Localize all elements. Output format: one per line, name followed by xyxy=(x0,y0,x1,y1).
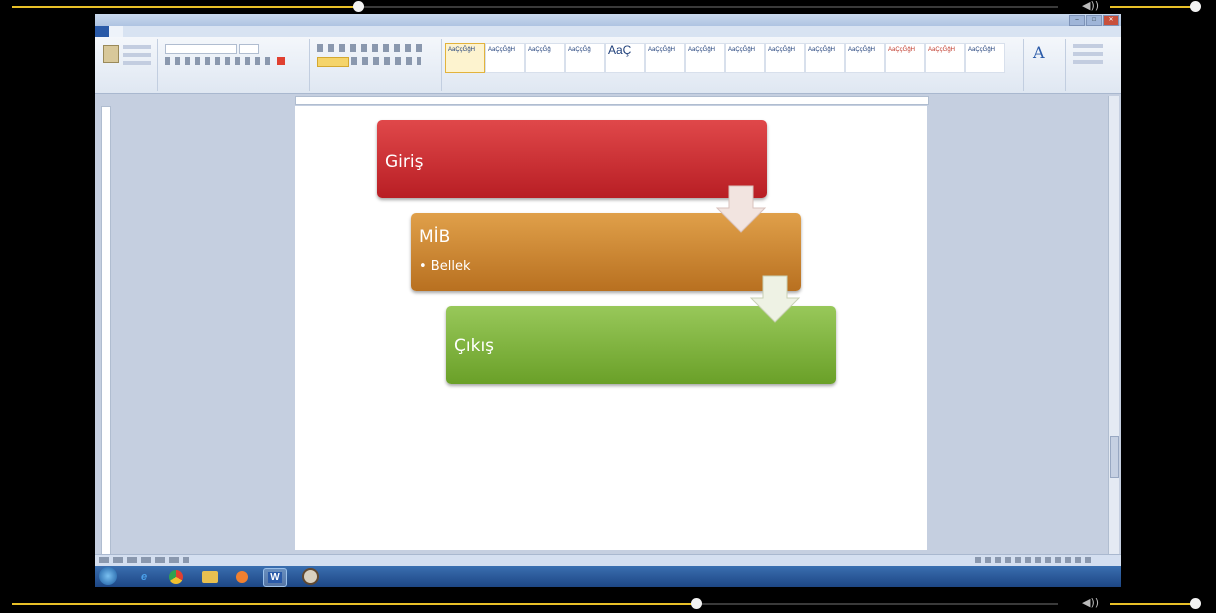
align-left-button[interactable] xyxy=(317,57,349,67)
word-window: – □ ✕ AaÇçĞğH AaÇçĞğH AaÇçĞğ AaÇçĞğ AaÇ … xyxy=(95,14,1121,587)
style-emphasis[interactable]: AaÇçĞğH xyxy=(725,43,765,73)
window-controls: – □ ✕ xyxy=(1069,15,1119,26)
list-buttons[interactable] xyxy=(317,44,427,52)
style-intense-quote[interactable]: AaÇçĞğH xyxy=(885,43,925,73)
copy-icon[interactable] xyxy=(123,53,151,57)
start-orb-icon[interactable] xyxy=(99,567,117,585)
font-color-icon[interactable] xyxy=(277,57,285,65)
style-no-spacing[interactable]: AaÇçĞğH xyxy=(485,43,525,73)
bellek-bullet: • Bellek xyxy=(419,259,471,274)
bottom-seek-fill xyxy=(12,603,696,605)
style-intense-reference[interactable]: AaÇçĞğH xyxy=(965,43,1005,73)
styles-group: AaÇçĞğH AaÇçĞğH AaÇçĞğ AaÇçĞğ AaÇ AaÇçĞğ… xyxy=(443,39,1024,91)
status-left-info xyxy=(99,557,189,563)
cikis-label: Çıkış xyxy=(454,336,495,356)
tab-file[interactable] xyxy=(95,26,109,37)
style-heading-2[interactable]: AaÇçĞğ xyxy=(565,43,605,73)
giris-label: Giriş xyxy=(385,152,424,172)
style-title[interactable]: AaÇ xyxy=(605,43,645,73)
editing-group xyxy=(1067,39,1117,91)
title-bar: – □ ✕ xyxy=(95,14,1121,26)
down-arrow-icon xyxy=(715,185,767,233)
select-button[interactable] xyxy=(1073,60,1103,64)
font-group xyxy=(159,39,310,91)
change-styles-icon[interactable]: A xyxy=(1033,43,1045,62)
bottom-seek-knob[interactable] xyxy=(691,598,702,609)
word-icon[interactable]: W xyxy=(263,568,287,587)
horizontal-ruler[interactable] xyxy=(295,96,929,105)
change-styles-group: A xyxy=(1025,39,1066,91)
style-subtle-emphasis[interactable]: AaÇçĞğH xyxy=(685,43,725,73)
style-quote[interactable]: AaÇçĞğH xyxy=(845,43,885,73)
style-intense-emphasis[interactable]: AaÇçĞğH xyxy=(765,43,805,73)
speaker-icon[interactable]: ◀)) xyxy=(1082,0,1099,12)
format-painter-icon[interactable] xyxy=(123,61,151,65)
font-size-select[interactable] xyxy=(239,44,259,54)
document-page[interactable]: Giriş MİB • Bellek Çıkış xyxy=(295,106,927,550)
style-subtitle[interactable]: AaÇçĞğH xyxy=(645,43,685,73)
vertical-scrollbar[interactable] xyxy=(1108,96,1119,556)
speaker-icon[interactable]: ◀)) xyxy=(1082,596,1099,609)
style-heading-1[interactable]: AaÇçĞğ xyxy=(525,43,565,73)
ribbon: AaÇçĞğH AaÇçĞğH AaÇçĞğ AaÇçĞğ AaÇ AaÇçĞğ… xyxy=(95,37,1121,94)
find-button[interactable] xyxy=(1073,44,1103,48)
scrollbar-thumb[interactable] xyxy=(1110,436,1119,478)
top-volume-track[interactable] xyxy=(1110,6,1200,8)
top-seek-fill xyxy=(12,6,358,8)
folder-icon[interactable] xyxy=(199,568,221,585)
bottom-volume-track[interactable] xyxy=(1110,603,1200,605)
replace-button[interactable] xyxy=(1073,52,1103,56)
mib-label: MİB xyxy=(419,227,451,247)
font-format-buttons[interactable] xyxy=(165,57,275,65)
clipboard-group xyxy=(97,39,158,91)
top-volume-knob[interactable] xyxy=(1190,1,1201,12)
paragraph-group xyxy=(311,39,442,91)
vertical-ruler[interactable] xyxy=(101,106,111,558)
style-strong[interactable]: AaÇçĞğH xyxy=(805,43,845,73)
taskbar: e W xyxy=(95,566,1121,587)
cut-icon[interactable] xyxy=(123,45,151,49)
zoom-controls[interactable] xyxy=(975,557,1095,563)
bottom-volume-knob[interactable] xyxy=(1190,598,1201,609)
bottom-player-bar: ◀)) xyxy=(0,596,1216,613)
top-seek-knob[interactable] xyxy=(353,1,364,12)
paint-icon[interactable] xyxy=(299,568,321,585)
paste-icon[interactable] xyxy=(103,45,119,63)
close-button[interactable]: ✕ xyxy=(1103,15,1119,26)
style-normal[interactable]: AaÇçĞğH xyxy=(445,43,485,73)
ribbon-tabs xyxy=(95,26,1121,37)
minimize-button[interactable]: – xyxy=(1069,15,1085,26)
maximize-button[interactable]: □ xyxy=(1086,15,1102,26)
style-subtle-reference[interactable]: AaÇçĞğH xyxy=(925,43,965,73)
media-player-icon[interactable] xyxy=(231,568,253,585)
ie-icon[interactable]: e xyxy=(133,568,155,585)
tab-home[interactable] xyxy=(109,26,123,37)
smartart-box-giris[interactable]: Giriş xyxy=(377,120,767,198)
font-name-select[interactable] xyxy=(165,44,237,54)
chrome-icon[interactable] xyxy=(165,568,187,585)
align-buttons[interactable] xyxy=(351,57,421,65)
down-arrow-icon xyxy=(749,275,801,323)
